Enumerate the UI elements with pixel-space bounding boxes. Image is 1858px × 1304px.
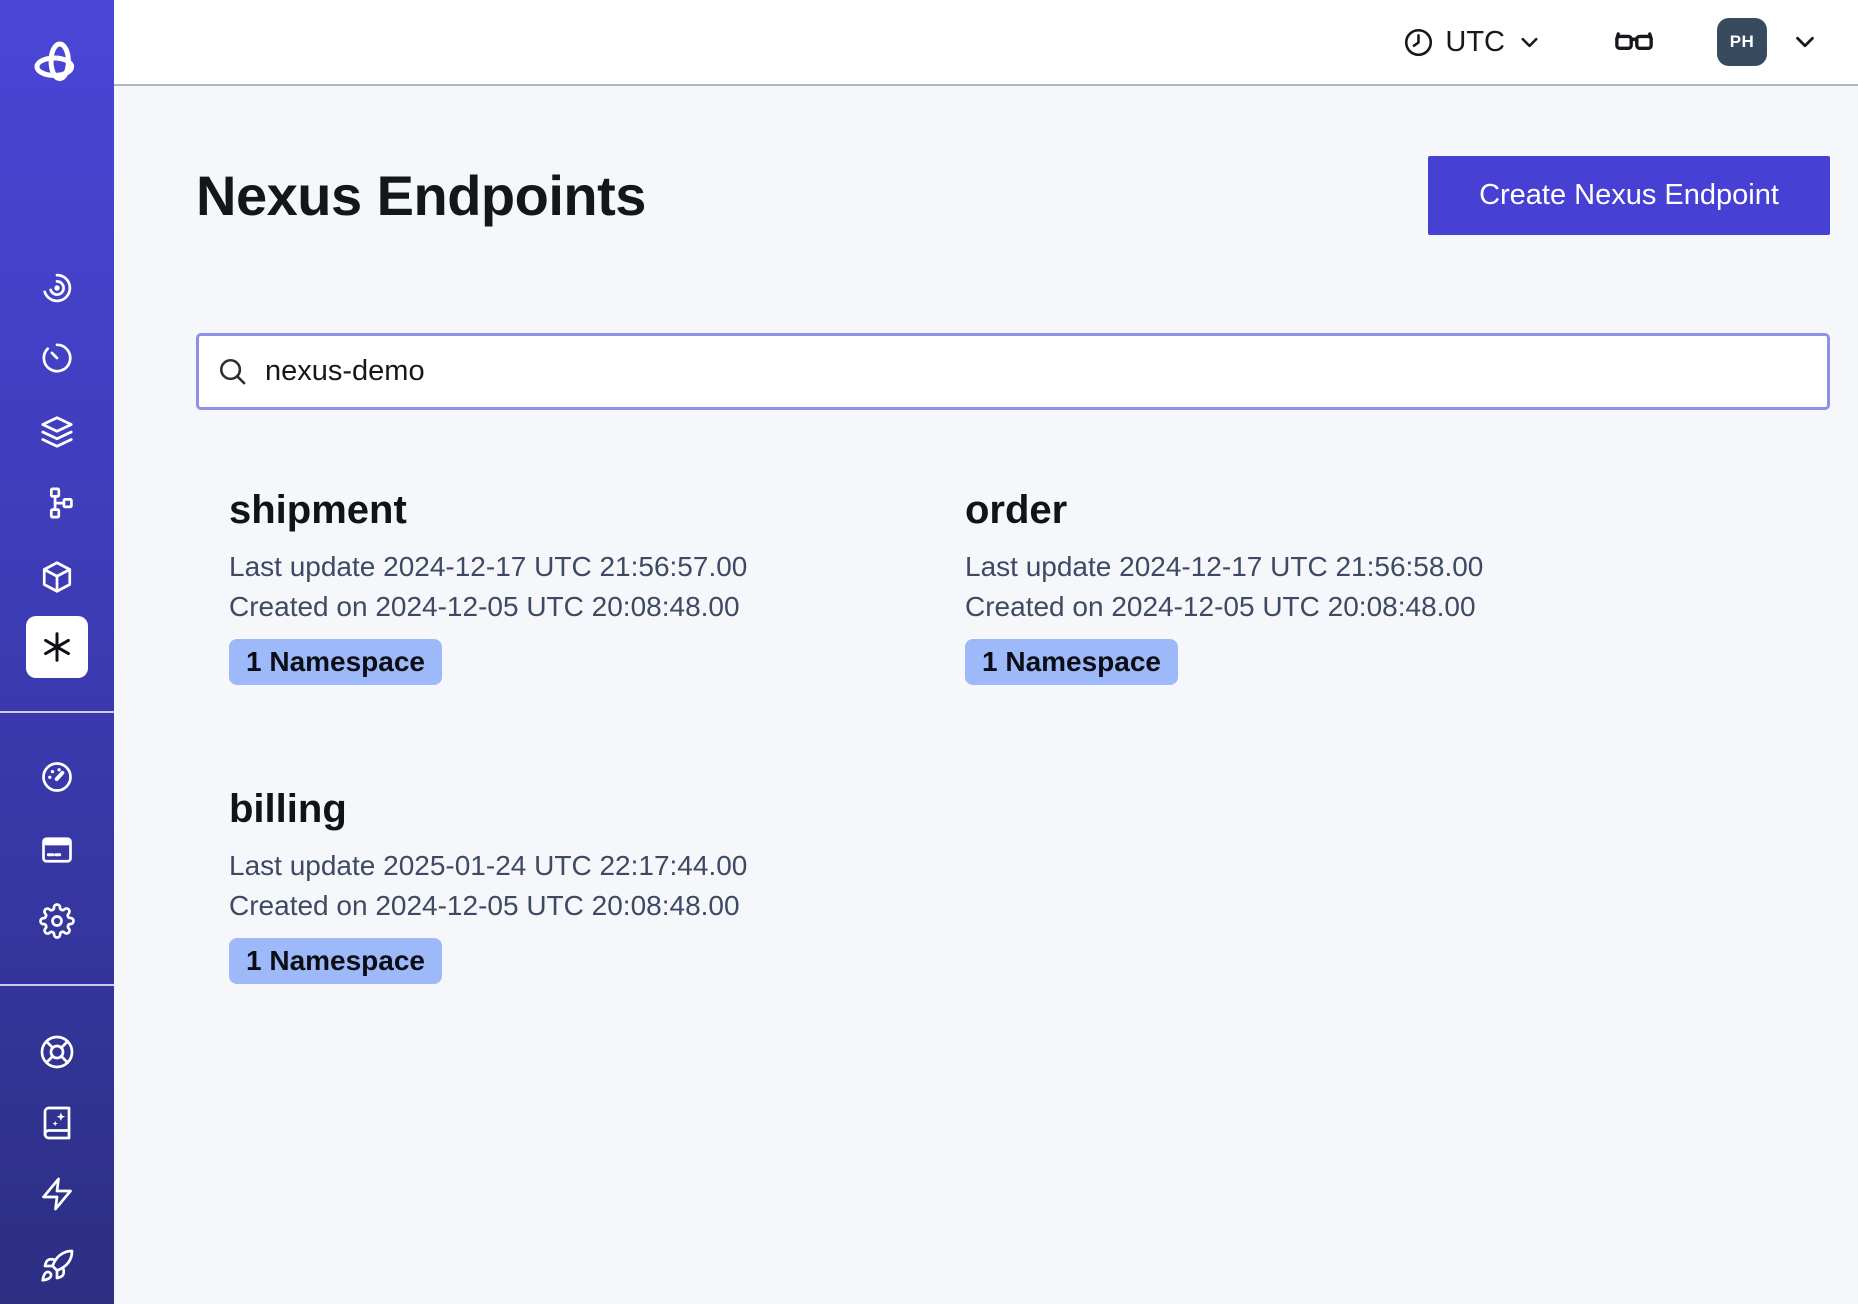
sidebar-item-batch-operations[interactable] (39, 559, 75, 595)
rocket-icon (39, 1248, 75, 1284)
layers-icon (39, 414, 75, 450)
spiral-orbit-icon (39, 270, 75, 306)
endpoint-last-update: Last update 2025-01-24 UTC 22:17:44.00 (229, 846, 965, 886)
temporal-logo[interactable] (31, 38, 83, 90)
avatar: PH (1717, 18, 1767, 66)
sidebar-item-usage[interactable] (39, 759, 75, 795)
endpoint-search (196, 333, 1830, 410)
sidebar-item-workflows[interactable] (39, 485, 75, 521)
main-content: Nexus Endpoints Create Nexus Endpoint sh… (114, 86, 1858, 1304)
timezone-label: UTC (1445, 26, 1505, 59)
temporal-cloud-app: UTC PH Nexus Endpoints Create Nexu (0, 0, 1858, 1304)
endpoint-card: billing Last update 2025-01-24 UTC 22:17… (229, 787, 965, 984)
user-menu-chevron-icon (1790, 27, 1820, 57)
endpoint-last-update: Last update 2024-12-17 UTC 21:56:58.00 (965, 547, 1483, 587)
sidebar-item-support[interactable] (39, 1034, 75, 1070)
title-row: Nexus Endpoints Create Nexus Endpoint (196, 156, 1830, 235)
sidebar-item-billing[interactable] (39, 832, 75, 868)
sidebar (0, 0, 114, 1304)
branch-nodes-icon (39, 485, 75, 521)
sidebar-item-schedules[interactable] (39, 340, 75, 376)
create-nexus-endpoint-button[interactable]: Create Nexus Endpoint (1428, 156, 1830, 235)
sidebar-item-nexus-active[interactable] (26, 616, 88, 678)
endpoint-name[interactable]: shipment (229, 488, 965, 533)
endpoint-last-update: Last update 2024-12-17 UTC 21:56:57.00 (229, 547, 965, 587)
endpoint-name[interactable]: order (965, 488, 1483, 533)
asterisk-icon (39, 629, 75, 665)
namespace-count-badge: 1 Namespace (229, 938, 442, 984)
sidebar-item-feedback[interactable] (39, 1176, 75, 1212)
sidebar-item-docs[interactable] (39, 1105, 75, 1141)
temporal-logo-icon (31, 38, 83, 90)
book-sparkles-icon (39, 1105, 75, 1141)
user-menu[interactable]: PH (1717, 18, 1820, 66)
sidebar-item-settings[interactable] (39, 903, 75, 939)
sidebar-item-getting-started[interactable] (39, 1248, 75, 1284)
top-header: UTC PH (114, 0, 1858, 86)
lightning-icon (39, 1176, 75, 1212)
endpoint-card: order Last update 2024-12-17 UTC 21:56:5… (965, 488, 1483, 685)
namespace-count-badge: 1 Namespace (229, 639, 442, 685)
sidebar-item-namespaces[interactable] (39, 270, 75, 306)
card-window-icon (39, 832, 75, 868)
namespace-count-badge: 1 Namespace (965, 639, 1178, 685)
clock-icon (1403, 27, 1434, 58)
cube-icon (39, 559, 75, 595)
lifebuoy-icon (39, 1034, 75, 1070)
glasses-icon (1613, 21, 1655, 63)
endpoint-created-on: Created on 2024-12-05 UTC 20:08:48.00 (229, 587, 965, 627)
gauge-icon (39, 759, 75, 795)
search-input[interactable] (196, 333, 1830, 410)
sidebar-item-deployments[interactable] (39, 414, 75, 450)
endpoint-created-on: Created on 2024-12-05 UTC 20:08:48.00 (229, 886, 965, 926)
endpoint-card: shipment Last update 2024-12-17 UTC 21:5… (229, 488, 965, 685)
sidebar-divider (0, 711, 114, 713)
sidebar-divider (0, 984, 114, 986)
endpoints-grid: shipment Last update 2024-12-17 UTC 21:5… (229, 488, 1830, 984)
reader-mode-button[interactable] (1613, 21, 1655, 63)
timezone-selector[interactable]: UTC (1403, 26, 1543, 59)
gear-icon (39, 903, 75, 939)
endpoint-created-on: Created on 2024-12-05 UTC 20:08:48.00 (965, 587, 1483, 627)
timer-icon (39, 340, 75, 376)
page-title: Nexus Endpoints (196, 163, 646, 228)
chevron-down-icon (1516, 29, 1543, 56)
endpoint-name[interactable]: billing (229, 787, 965, 832)
